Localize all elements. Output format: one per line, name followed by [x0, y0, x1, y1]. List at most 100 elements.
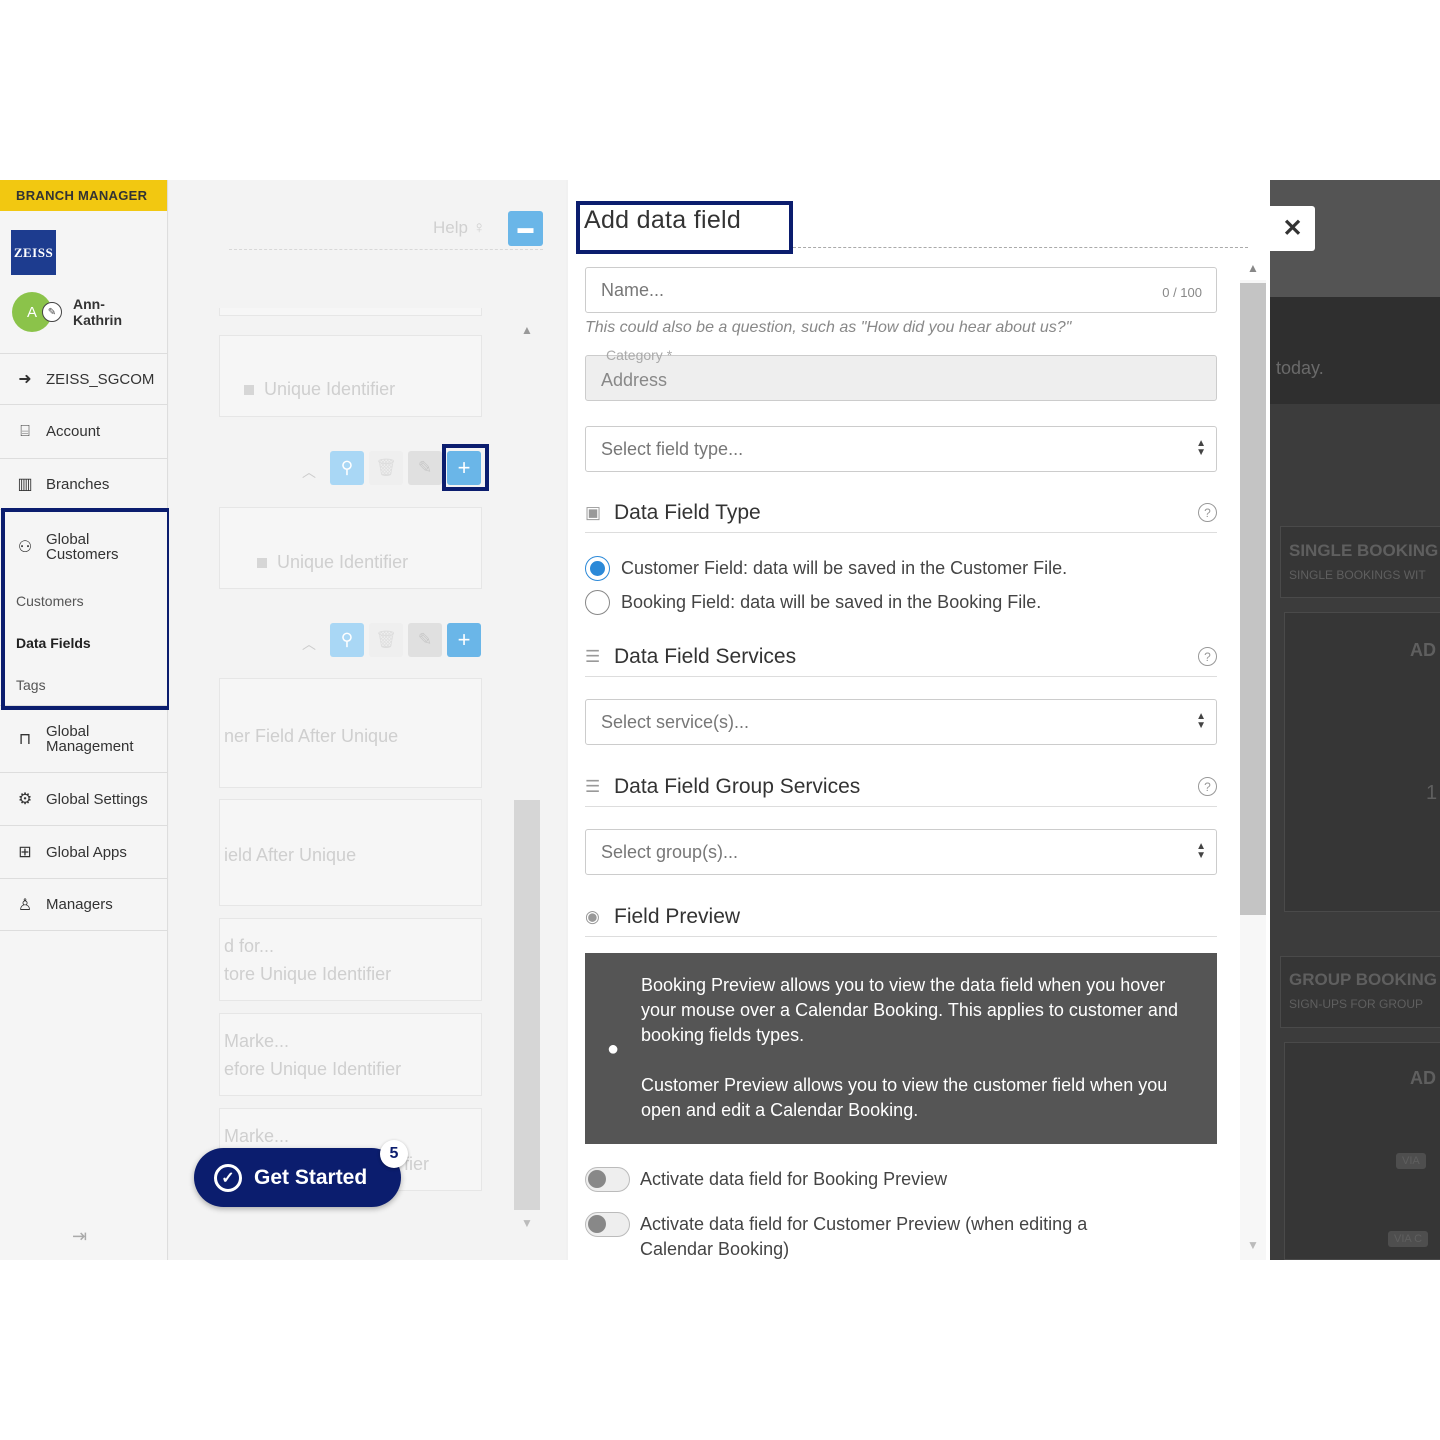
list-item[interactable]	[219, 1013, 482, 1096]
background-badge: VIA C	[1388, 1231, 1429, 1247]
list-item-name: Marke...	[224, 1031, 290, 1051]
background-overlay: today. SINGLE BOOKING S SINGLE BOOKINGS …	[1270, 180, 1440, 1260]
services-select[interactable]: Select service(s)... ▲ ▼	[585, 699, 1217, 745]
radio-label: Customer Field: data will be saved in th…	[621, 558, 1068, 578]
divider	[229, 249, 543, 250]
avatar-initial: A	[26, 303, 37, 321]
add-button[interactable]: +	[447, 623, 481, 657]
sidebar-item-global-management[interactable]: ⊓ Global Management	[0, 705, 168, 772]
preview-info-box: ● Booking Preview allows you to view the…	[585, 953, 1217, 1144]
chevron-up-icon[interactable]: ︿	[302, 462, 316, 482]
list-item-meta: fier	[404, 1154, 430, 1174]
list-item-name: d for...	[224, 936, 275, 956]
info-paragraph: Booking Preview allows you to view the d…	[641, 975, 1178, 1045]
toggle-booking-preview[interactable]: Activate data field for Booking Preview	[585, 1167, 947, 1192]
manager-icon: ♙	[17, 896, 33, 914]
case-icon: ⊓	[18, 731, 32, 748]
panel-scrollbar-thumb[interactable]	[1240, 283, 1266, 915]
edit-profile-icon[interactable]: ✎	[42, 302, 62, 322]
sidebar-item-global-apps[interactable]: ⊞ Global Apps	[0, 825, 168, 878]
sidebar-item-account[interactable]: ⌸ Account	[0, 404, 168, 458]
scroll-up-icon[interactable]: ▲	[1247, 261, 1259, 275]
title-divider	[793, 247, 1248, 248]
gears-icon: ⚙	[17, 791, 33, 808]
close-button[interactable]: ✕	[1270, 206, 1315, 251]
section-data-field-services: ☰ Data Field Services ?	[585, 637, 1217, 677]
delete-button[interactable]: 🗑	[369, 623, 403, 657]
save-icon: ▣	[585, 502, 602, 522]
list-icon: ☰	[585, 776, 601, 796]
help-icon[interactable]: ?	[1198, 647, 1217, 666]
list-item[interactable]	[219, 918, 482, 1001]
folder-button[interactable]: ▬	[508, 211, 543, 246]
list-item-meta: ield After Unique	[224, 845, 357, 865]
section-title: Data Field Services	[614, 644, 797, 668]
radio-button[interactable]	[585, 590, 610, 615]
help-link[interactable]: Help ♀	[433, 218, 485, 238]
help-icon[interactable]: ?	[1198, 503, 1217, 522]
help-icon[interactable]: ?	[1198, 777, 1217, 796]
list-item[interactable]	[219, 335, 482, 417]
section-title: Data Field Group Services	[614, 774, 861, 798]
pencil-icon: ✎	[417, 458, 433, 477]
scroll-down-icon[interactable]: ▼	[521, 1216, 533, 1230]
search-button[interactable]: ⚲	[330, 451, 364, 485]
edit-button[interactable]: ✎	[408, 623, 442, 657]
background-subheading: SINGLE BOOKINGS WIT	[1289, 568, 1426, 582]
list-item-meta: ner Field After Unique	[224, 726, 399, 746]
avatar[interactable]: A ✎	[12, 292, 62, 332]
add-data-field-panel: Add data field Name... 0 / 100 This coul…	[568, 180, 1270, 1260]
close-icon: ✕	[1282, 215, 1303, 242]
sidebar-item-label: Global Apps	[46, 843, 127, 861]
check-icon: ✓	[214, 1163, 242, 1192]
radio-booking-field[interactable]: Booking Field: data will be saved in the…	[585, 590, 1041, 615]
toggle-customer-preview[interactable]: Activate data field for Customer Preview…	[585, 1212, 1145, 1260]
toggle-switch[interactable]	[585, 1167, 630, 1192]
zeiss-logo: ZEISS	[11, 230, 56, 275]
sidebar-item-managers[interactable]: ♙ Managers	[0, 878, 168, 931]
search-button[interactable]: ⚲	[330, 623, 364, 657]
character-counter: 0 / 100	[1162, 285, 1202, 300]
scroll-down-icon[interactable]: ▼	[1247, 1238, 1259, 1252]
folder-icon: ▬	[517, 219, 534, 237]
highlight-global-customers	[1, 508, 171, 710]
background-card	[1280, 526, 1440, 598]
sidebar-item-zeiss-sgcom[interactable]: ➜ ZEISS_SGCOM	[0, 353, 168, 404]
logout-icon[interactable]: ⇥	[72, 1226, 87, 1247]
select-arrows-icon: ▲ ▼	[1196, 438, 1206, 458]
groups-select[interactable]: Select group(s)... ▲ ▼	[585, 829, 1217, 875]
toggle-label: Activate data field for Customer Preview…	[640, 1214, 1088, 1259]
background-add: AD	[1410, 640, 1436, 660]
highlight-title	[576, 201, 793, 254]
select-arrows-icon: ▲ ▼	[1196, 711, 1206, 731]
list-item[interactable]	[219, 507, 482, 589]
sidebar-item-label: Account	[46, 423, 101, 440]
info-paragraph: Customer Preview allows you to view the …	[641, 1075, 1168, 1120]
list-icon: ☰	[585, 646, 601, 666]
radio-customer-field[interactable]: Customer Field: data will be saved in th…	[585, 556, 1067, 581]
section-data-field-type: ▣ Data Field Type ?	[585, 493, 1217, 533]
delete-button[interactable]: 🗑	[369, 451, 403, 485]
select-arrows-icon: ▲ ▼	[1196, 841, 1206, 861]
scroll-up-icon[interactable]: ▲	[521, 323, 533, 337]
edit-button[interactable]: ✎	[408, 451, 442, 485]
search-icon: ⚲	[340, 630, 354, 649]
background-text: today.	[1276, 358, 1324, 378]
list-scrollbar[interactable]	[514, 800, 540, 1210]
list-item-meta: Unique Identifier	[244, 379, 395, 400]
chevron-up-icon[interactable]: ︿	[302, 634, 316, 654]
sidebar-item-label: Global Settings	[46, 790, 148, 808]
services-placeholder: Select service(s)...	[601, 711, 750, 732]
user-profile[interactable]: A ✎ Ann-Kathrin	[12, 292, 143, 332]
bulb-icon: ♀	[472, 218, 486, 237]
radio-button[interactable]	[585, 556, 610, 581]
get-started-label: Get Started	[254, 1165, 368, 1189]
sidebar-item-global-settings[interactable]: ⚙ Global Settings	[0, 772, 168, 825]
field-type-select[interactable]: Select field type... ▲ ▼	[585, 426, 1217, 472]
category-value: Address	[601, 369, 668, 390]
list-item-meta: efore Unique Identifier	[224, 1059, 402, 1079]
sidebar-item-branches[interactable]: ▥ Branches	[0, 458, 168, 509]
toggle-switch[interactable]	[585, 1212, 630, 1237]
name-input[interactable]: Name... 0 / 100	[585, 267, 1217, 313]
get-started-button[interactable]: ✓ Get Started	[194, 1148, 401, 1207]
